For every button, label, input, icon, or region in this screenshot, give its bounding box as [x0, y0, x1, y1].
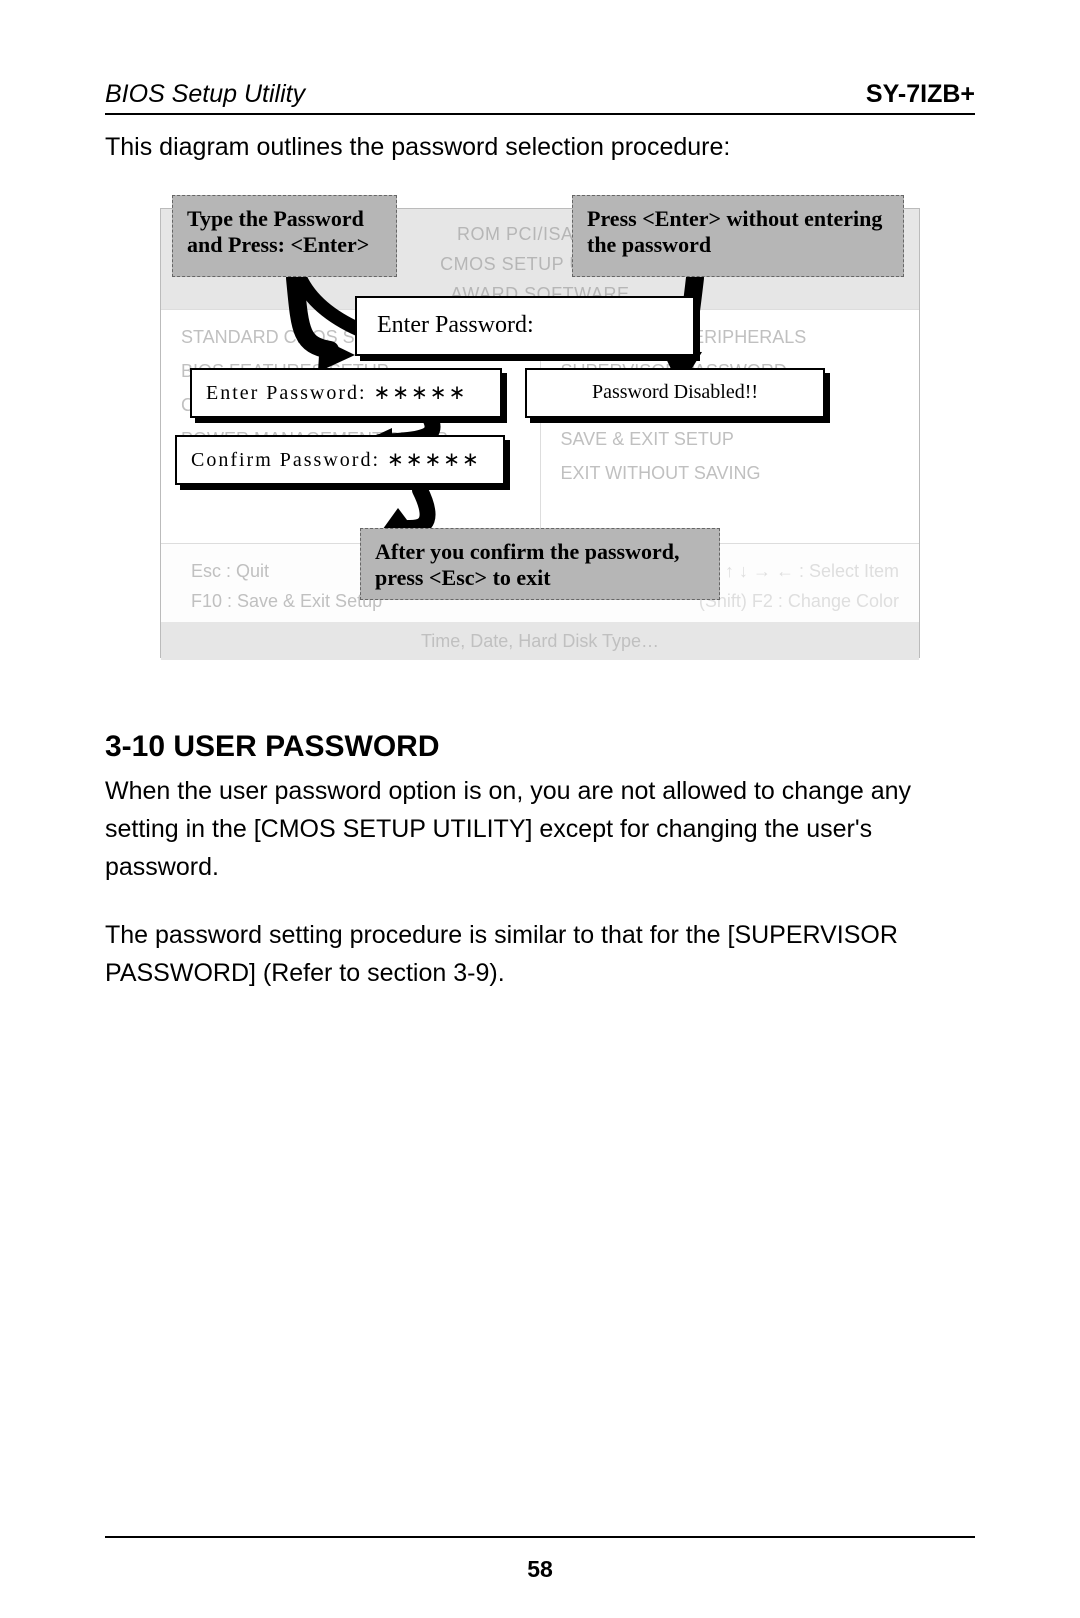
password-disabled-dialog: Password Disabled!!	[525, 368, 825, 418]
callout-press-enter: Press <Enter> without entering the passw…	[572, 195, 904, 277]
bios-footer-esc: Esc : Quit	[191, 556, 269, 586]
bios-footer-color: (Shift) F2 : Change Color	[699, 586, 899, 616]
enter-password-stars-dialog: Enter Password: ∗∗∗∗∗	[190, 368, 502, 418]
bios-item: SAVE & EXIT SETUP	[561, 422, 900, 456]
bios-footer-f10: F10 : Save & Exit Setup	[191, 586, 382, 616]
section-paragraph-1: When the user password option is on, you…	[105, 772, 975, 886]
password-disabled-text: Password Disabled!!	[592, 381, 758, 403]
callout-type-password: Type the Password and Press: <Enter>	[172, 195, 397, 277]
callout-after-confirm: After you confirm the password, press <E…	[360, 528, 720, 600]
bios-footer-select: ↑ ↓ → ← : Select Item	[725, 556, 899, 586]
callout-press-enter-text: Press <Enter> without entering the passw…	[587, 206, 882, 257]
section-heading: 3-10 USER PASSWORD	[105, 730, 975, 764]
bios-footer-bar: Time, Date, Hard Disk Type…	[161, 622, 919, 660]
confirm-password-dialog: Confirm Password: ∗∗∗∗∗	[175, 435, 505, 485]
enter-password-label: Enter Password:	[377, 312, 534, 338]
header-left: BIOS Setup Utility	[105, 80, 305, 109]
intro-text: This diagram outlines the password selec…	[105, 133, 975, 162]
callout-type-password-text: Type the Password and Press: <Enter>	[187, 206, 369, 257]
header-right: SY-7IZB+	[866, 80, 975, 109]
page-header: BIOS Setup Utility SY-7IZB+	[105, 80, 975, 115]
enter-password-dialog: Enter Password:	[355, 296, 695, 356]
bios-item: EXIT WITHOUT SAVING	[561, 456, 900, 490]
section-paragraph-2: The password setting procedure is simila…	[105, 916, 975, 992]
password-diagram: ROM PCI/ISA BIOS CMOS SETUP UTILITY AWAR…	[160, 190, 920, 670]
page-number: 58	[0, 1556, 1080, 1583]
callout-after-confirm-text: After you confirm the password, press <E…	[375, 539, 680, 590]
confirm-password-stars: Confirm Password: ∗∗∗∗∗	[191, 449, 481, 471]
bottom-rule	[105, 1536, 975, 1538]
enter-password-stars: Enter Password: ∗∗∗∗∗	[206, 382, 467, 404]
